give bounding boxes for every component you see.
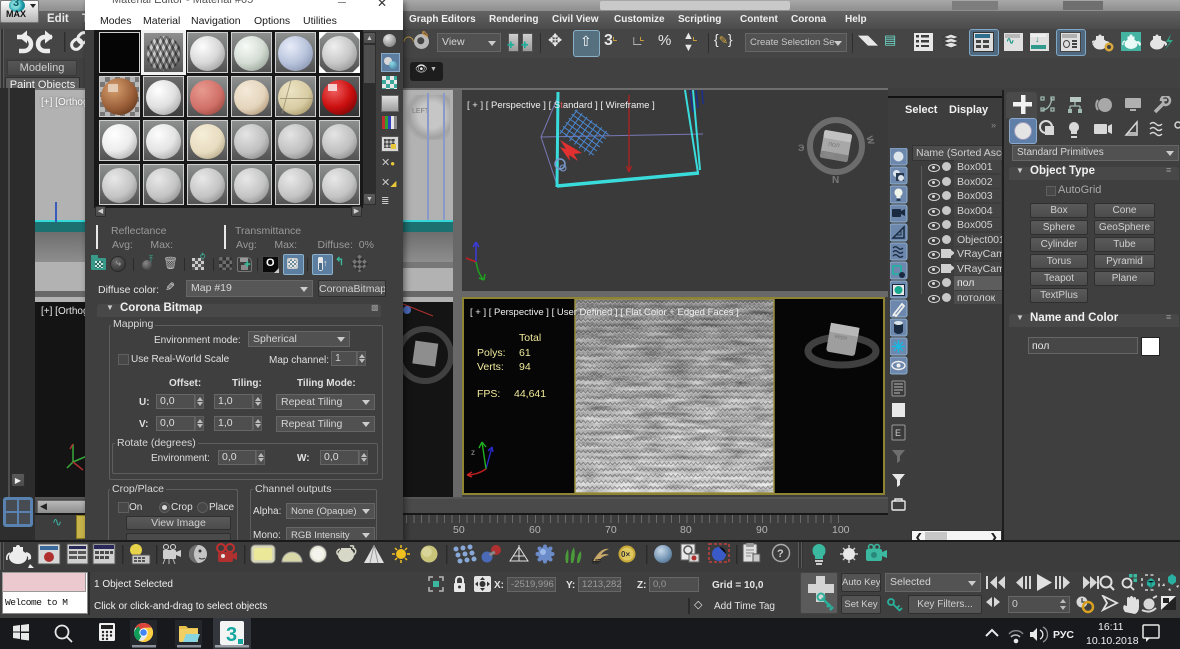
- svg-text:3: 3: [226, 624, 237, 646]
- svg-text:z: z: [471, 448, 475, 457]
- svg-text:N: N: [832, 175, 839, 186]
- svg-text:Э: Э: [798, 143, 805, 153]
- svg-text:10.10.2018: 10.10.2018: [1086, 635, 1139, 647]
- svg-text:HF: HF: [592, 559, 602, 566]
- svg-text:?: ?: [777, 548, 784, 560]
- svg-text:лев: лев: [824, 152, 835, 160]
- svg-text:0×: 0×: [621, 550, 630, 559]
- svg-text:W: W: [864, 135, 876, 146]
- svg-text:16:11: 16:11: [1098, 621, 1124, 633]
- svg-text:E: E: [895, 428, 901, 438]
- svg-text:РУС: РУС: [1053, 629, 1074, 641]
